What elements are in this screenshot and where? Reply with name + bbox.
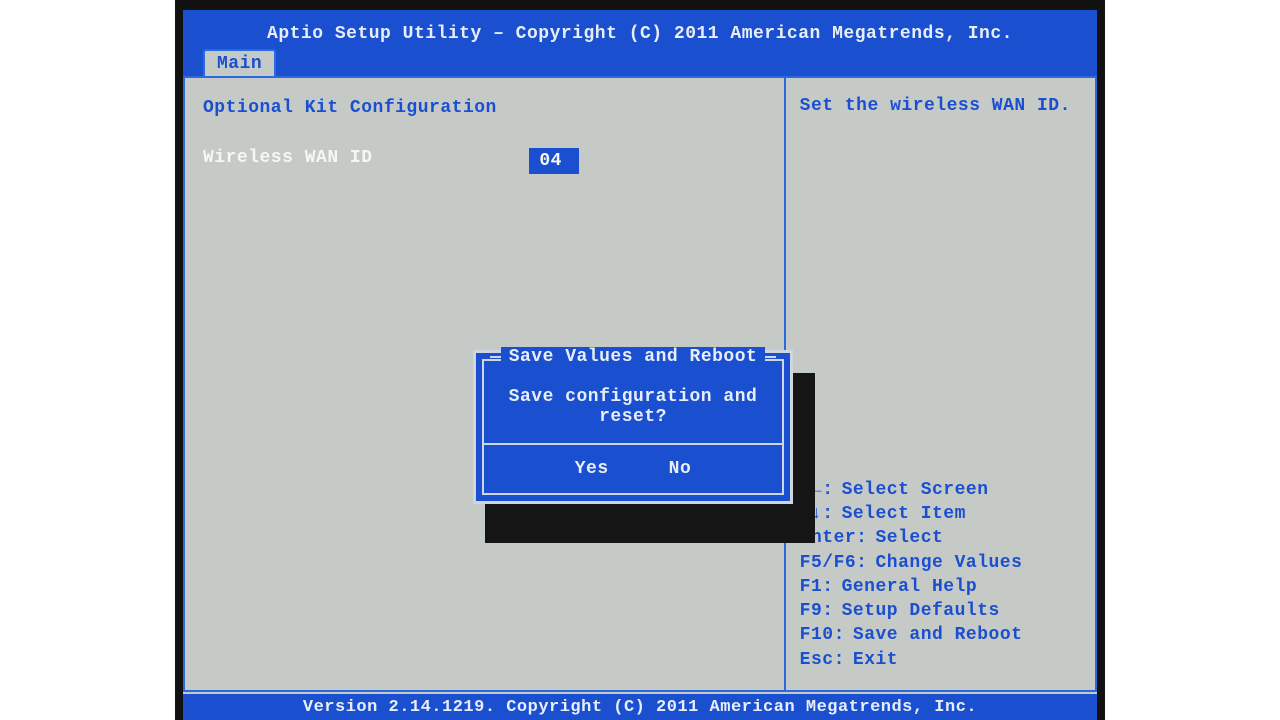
tab-main[interactable]: Main (203, 49, 276, 76)
work-area: Optional Kit Configuration Wireless WAN … (183, 78, 1097, 692)
dialog-message: Save configuration and reset? (484, 367, 782, 443)
key-action: Setup Defaults (842, 599, 1000, 623)
key-action: Exit (853, 648, 898, 672)
key-action: Change Values (875, 551, 1022, 575)
left-pane: Optional Kit Configuration Wireless WAN … (185, 78, 786, 690)
title-bar: Aptio Setup Utility – Copyright (C) 2011… (183, 10, 1097, 48)
key-action: Select Item (842, 502, 966, 526)
key-hint: F9: (800, 599, 834, 623)
key-action: Select Screen (842, 478, 989, 502)
setting-label: Wireless WAN ID (203, 148, 529, 174)
help-description: Set the wireless WAN ID. (800, 96, 1081, 458)
dialog-no-button[interactable]: No (669, 459, 692, 479)
setting-value[interactable]: 04 (529, 148, 579, 174)
footer-bar: Version 2.14.1219. Copyright (C) 2011 Am… (183, 694, 1097, 720)
tab-row: Main (183, 48, 1097, 78)
key-action: General Help (842, 575, 978, 599)
key-action: Select (875, 526, 943, 550)
key-hint: Esc: (800, 648, 845, 672)
bios-screen: Aptio Setup Utility – Copyright (C) 2011… (183, 10, 1097, 720)
save-reboot-dialog: Save Values and Reboot Save configuratio… (473, 350, 793, 504)
utility-title: Aptio Setup Utility – Copyright (C) 2011… (267, 24, 1013, 44)
key-map: →←:Select Screen ↑↓:Select Item Enter:Se… (800, 458, 1081, 672)
setting-row[interactable]: Wireless WAN ID 04 (203, 148, 766, 174)
key-action: Save and Reboot (853, 623, 1023, 647)
key-hint: F10: (800, 623, 845, 647)
dialog-yes-button[interactable]: Yes (575, 459, 609, 479)
dialog-title: Save Values and Reboot (501, 347, 766, 367)
section-header: Optional Kit Configuration (203, 98, 766, 118)
key-hint: F5/F6: (800, 551, 868, 575)
right-pane: Set the wireless WAN ID. →←:Select Scree… (786, 78, 1095, 690)
footer-text: Version 2.14.1219. Copyright (C) 2011 Am… (303, 698, 977, 717)
key-hint: F1: (800, 575, 834, 599)
